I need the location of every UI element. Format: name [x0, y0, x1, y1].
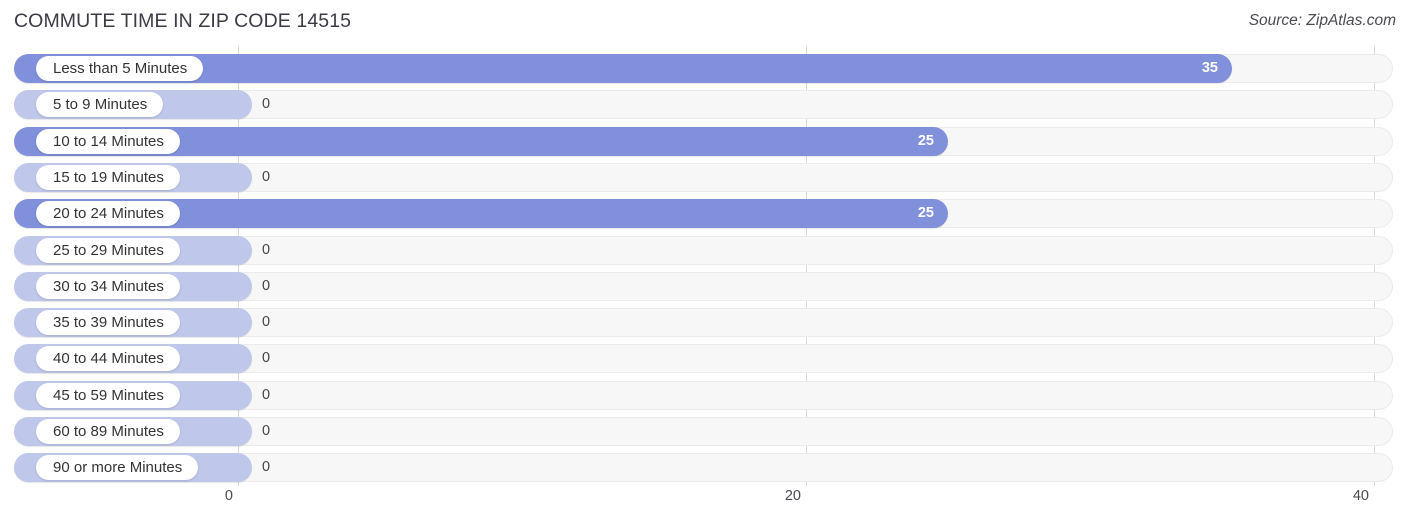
bar-value-label: 0 — [262, 423, 271, 439]
bar-row[interactable]: 35 to 39 Minutes 0 — [14, 308, 1393, 338]
bar-value-label: 25 — [917, 132, 934, 149]
bar-value-label: 0 — [262, 314, 271, 331]
bar-value-label: 35 — [1201, 60, 1218, 76]
bar-value-label: 0 — [262, 168, 271, 185]
bar-value-label: 0 — [262, 277, 271, 294]
bar-value-label: 0 — [262, 96, 271, 113]
bar-row[interactable]: 25 to 29 Minutes 0 — [14, 235, 1393, 265]
bar-label-pill: 90 or more Minutes — [36, 455, 199, 481]
source-attribution: Source: ZipAtlas.com — [1248, 12, 1396, 29]
x-axis-tick-label: 40 — [1352, 488, 1369, 504]
bar-value-label: 25 — [917, 205, 934, 222]
x-axis-tick-label: 0 — [224, 488, 233, 504]
bar-rows: Less than 5 Minutes 35 5 to 9 Minutes 0 10 t… — [0, 46, 1406, 486]
bar-label-pill: 5 to 9 Minutes — [36, 92, 164, 118]
bar-row[interactable]: 40 to 44 Minutes 0 — [14, 344, 1393, 374]
bar-label-pill: 10 to 14 Minutes — [36, 128, 180, 154]
x-axis: 0 20 40 — [0, 486, 1406, 523]
bar-value-label: 0 — [262, 386, 271, 403]
bar-label-pill: 60 to 89 Minutes — [36, 419, 180, 444]
bar-row[interactable]: 60 to 89 Minutes 0 — [14, 417, 1393, 446]
chart-plot-area: Less than 5 Minutes 35 5 to 9 Minutes 0 10 t… — [0, 46, 1406, 486]
bar-row[interactable]: 20 to 24 Minutes 25 — [14, 199, 1393, 229]
bar-value-label: 0 — [262, 241, 271, 258]
bar-category-label: 40 to 44 Minutes — [53, 350, 164, 368]
bar-row[interactable]: 10 to 14 Minutes 25 — [14, 126, 1393, 156]
bar-category-label: 60 to 89 Minutes — [53, 423, 164, 440]
bar-category-label: 5 to 9 Minutes — [53, 96, 148, 114]
bar-category-label: 35 to 39 Minutes — [53, 314, 164, 332]
bar-category-label: 45 to 59 Minutes — [53, 386, 164, 404]
bar-row[interactable]: 90 or more Minutes 0 — [14, 453, 1393, 483]
bar-row[interactable]: 5 to 9 Minutes 0 — [14, 90, 1393, 120]
bar-label-pill: 30 to 34 Minutes — [36, 273, 180, 299]
x-axis-tick-label: 20 — [784, 488, 801, 504]
bar-category-label: 30 to 34 Minutes — [53, 277, 164, 295]
chart-header: COMMUTE TIME IN ZIP CODE 14515 Source: Z… — [0, 0, 1406, 46]
bar-row[interactable]: 30 to 34 Minutes 0 — [14, 271, 1393, 301]
bar-row[interactable]: 45 to 59 Minutes 0 — [14, 380, 1393, 410]
bar-label-pill: 45 to 59 Minutes — [36, 382, 180, 408]
bar-label-pill: 25 to 29 Minutes — [36, 237, 180, 263]
bar-category-label: 10 to 14 Minutes — [53, 132, 164, 150]
bar-label-pill: 15 to 19 Minutes — [36, 164, 180, 190]
bar-category-label: 90 or more Minutes — [53, 459, 183, 477]
bar-row[interactable]: Less than 5 Minutes 35 — [14, 54, 1393, 83]
bar-row[interactable]: 15 to 19 Minutes 0 — [14, 162, 1393, 192]
bar-value-label: 0 — [262, 350, 271, 367]
bar-label-pill: 35 to 39 Minutes — [36, 310, 180, 336]
bar-label-pill: 20 to 24 Minutes — [36, 201, 180, 227]
bar-label-pill: 40 to 44 Minutes — [36, 346, 180, 372]
bar-category-label: 15 to 19 Minutes — [53, 168, 164, 186]
page-title: COMMUTE TIME IN ZIP CODE 14515 — [14, 10, 352, 32]
bar-category-label: 20 to 24 Minutes — [53, 205, 164, 223]
bar-label-pill: Less than 5 Minutes — [36, 56, 204, 81]
bar-category-label: 25 to 29 Minutes — [53, 241, 164, 259]
bar-value-label: 0 — [262, 459, 271, 476]
bar-category-label: Less than 5 Minutes — [53, 60, 188, 77]
